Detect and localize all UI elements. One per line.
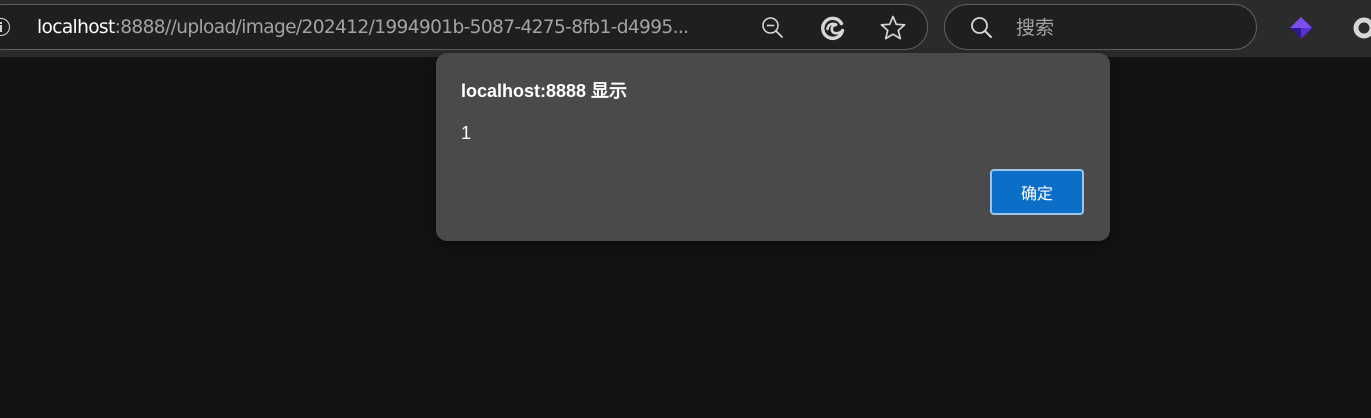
profile-icon[interactable]	[1353, 17, 1371, 39]
favorite-star-icon[interactable]	[879, 14, 907, 42]
alert-dialog: localhost:8888 显示 1 确定	[436, 53, 1110, 241]
url-host: localhost	[37, 17, 115, 38]
refresh-icon[interactable]	[819, 14, 847, 42]
dialog-title: localhost:8888 显示	[461, 81, 628, 101]
search-icon	[970, 16, 994, 40]
dialog-message: 1	[461, 123, 472, 143]
address-bar-url[interactable]: localhost:8888//upload/image/202412/1994…	[37, 15, 737, 41]
zoom-out-icon[interactable]	[761, 16, 785, 40]
search-placeholder[interactable]: 搜索	[1016, 15, 1054, 41]
url-path: :8888//upload/image/202412/1994901b-5087…	[114, 17, 689, 38]
extension-icon[interactable]	[1288, 15, 1314, 41]
ok-button[interactable]: 确定	[990, 169, 1084, 215]
browser-toolbar: localhost:8888//upload/image/202412/1994…	[0, 0, 1371, 57]
